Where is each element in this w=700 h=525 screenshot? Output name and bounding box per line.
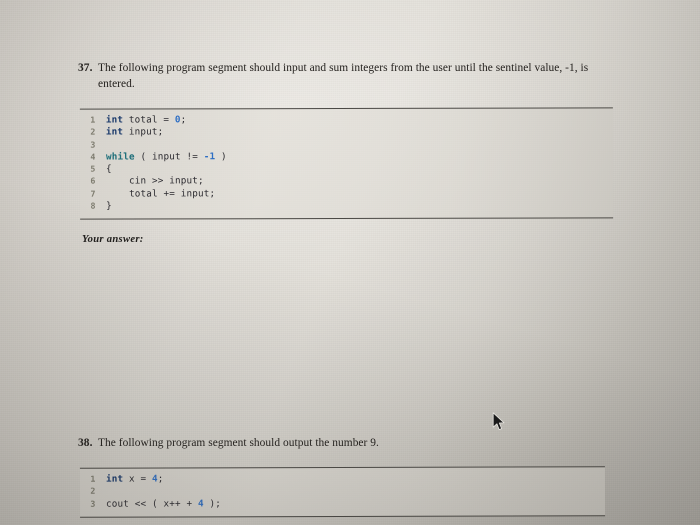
page-content: 37. The following program segment should… <box>0 0 700 525</box>
code-token-plain: ) <box>215 151 227 163</box>
code-token-plain: } <box>106 200 112 212</box>
code-token-plain: ); <box>203 497 222 509</box>
question-38-text: The following program segment should out… <box>98 437 379 449</box>
code-line-source: int total = 0; <box>106 113 613 125</box>
code-line-number: 8 <box>90 200 96 211</box>
code-token-plain: ( input != <box>134 151 204 163</box>
code-line-source: while ( input != -1 ) <box>106 150 613 162</box>
question-37: 37. The following program segment should… <box>78 61 623 92</box>
code-line-source: int x = 4; <box>106 472 605 484</box>
question-37-number: 37. <box>78 62 93 74</box>
code-token-plain: ; <box>157 473 164 485</box>
code-line-number: 2 <box>90 485 96 497</box>
code-line-source: { <box>106 163 613 175</box>
code-block-question-37: 1 int total = 0; 2 int input; 3 4 while ( inpu… <box>79 107 614 220</box>
code-block-question-38: 1 int x = 4; 2 3 cout << ( x++ + 4 ); <box>79 466 606 518</box>
code-line-source <box>106 146 613 147</box>
code-token-plain: cin >> input; <box>106 175 204 188</box>
code-line-number: 3 <box>90 498 96 509</box>
code-line-number: 7 <box>90 188 96 199</box>
code-line-source: int input; <box>106 126 613 138</box>
code-line-number: 3 <box>90 139 96 150</box>
code-token-plain: ; <box>180 114 187 126</box>
code-line-source: total += input; <box>106 187 613 199</box>
code-line-number: 5 <box>90 163 96 174</box>
code-token-plain: total += input; <box>106 188 216 200</box>
code-line: 8} <box>80 199 613 213</box>
code-token-type: int <box>105 473 124 485</box>
question-38-number: 38. <box>78 437 93 449</box>
code-token-plain: x = <box>123 473 152 485</box>
scanned-page: 37. The following program segment should… <box>0 0 700 525</box>
code-token-plain: total = <box>123 114 175 126</box>
code-line-source: cout << ( x++ + 4 ); <box>106 497 605 509</box>
code-line-source: } <box>106 199 613 212</box>
question-38: 38. The following program segment should… <box>78 436 623 452</box>
code-line-source: cin >> input; <box>106 175 613 187</box>
code-line-number: 1 <box>90 473 96 484</box>
code-token-type: int <box>105 126 124 138</box>
code-token-plain: { <box>105 163 112 175</box>
question-37-text: The following program segment should inp… <box>98 62 589 90</box>
code-token-plain: cout << ( x++ + <box>106 497 199 510</box>
code-token-plain: input; <box>123 126 164 138</box>
code-line-number: 1 <box>90 114 96 125</box>
code-line-source <box>106 493 605 494</box>
code-token-kw: while <box>105 151 135 163</box>
code-line-number: 4 <box>90 151 96 162</box>
answer-prompt-label: Your answer: <box>82 234 144 245</box>
code-token-type: int <box>105 114 124 126</box>
code-line: 3 cout << ( x++ + 4 ); <box>80 497 605 511</box>
code-line-number: 2 <box>90 126 96 137</box>
code-line-number: 6 <box>90 176 96 187</box>
code-token-num: -1 <box>203 151 216 163</box>
